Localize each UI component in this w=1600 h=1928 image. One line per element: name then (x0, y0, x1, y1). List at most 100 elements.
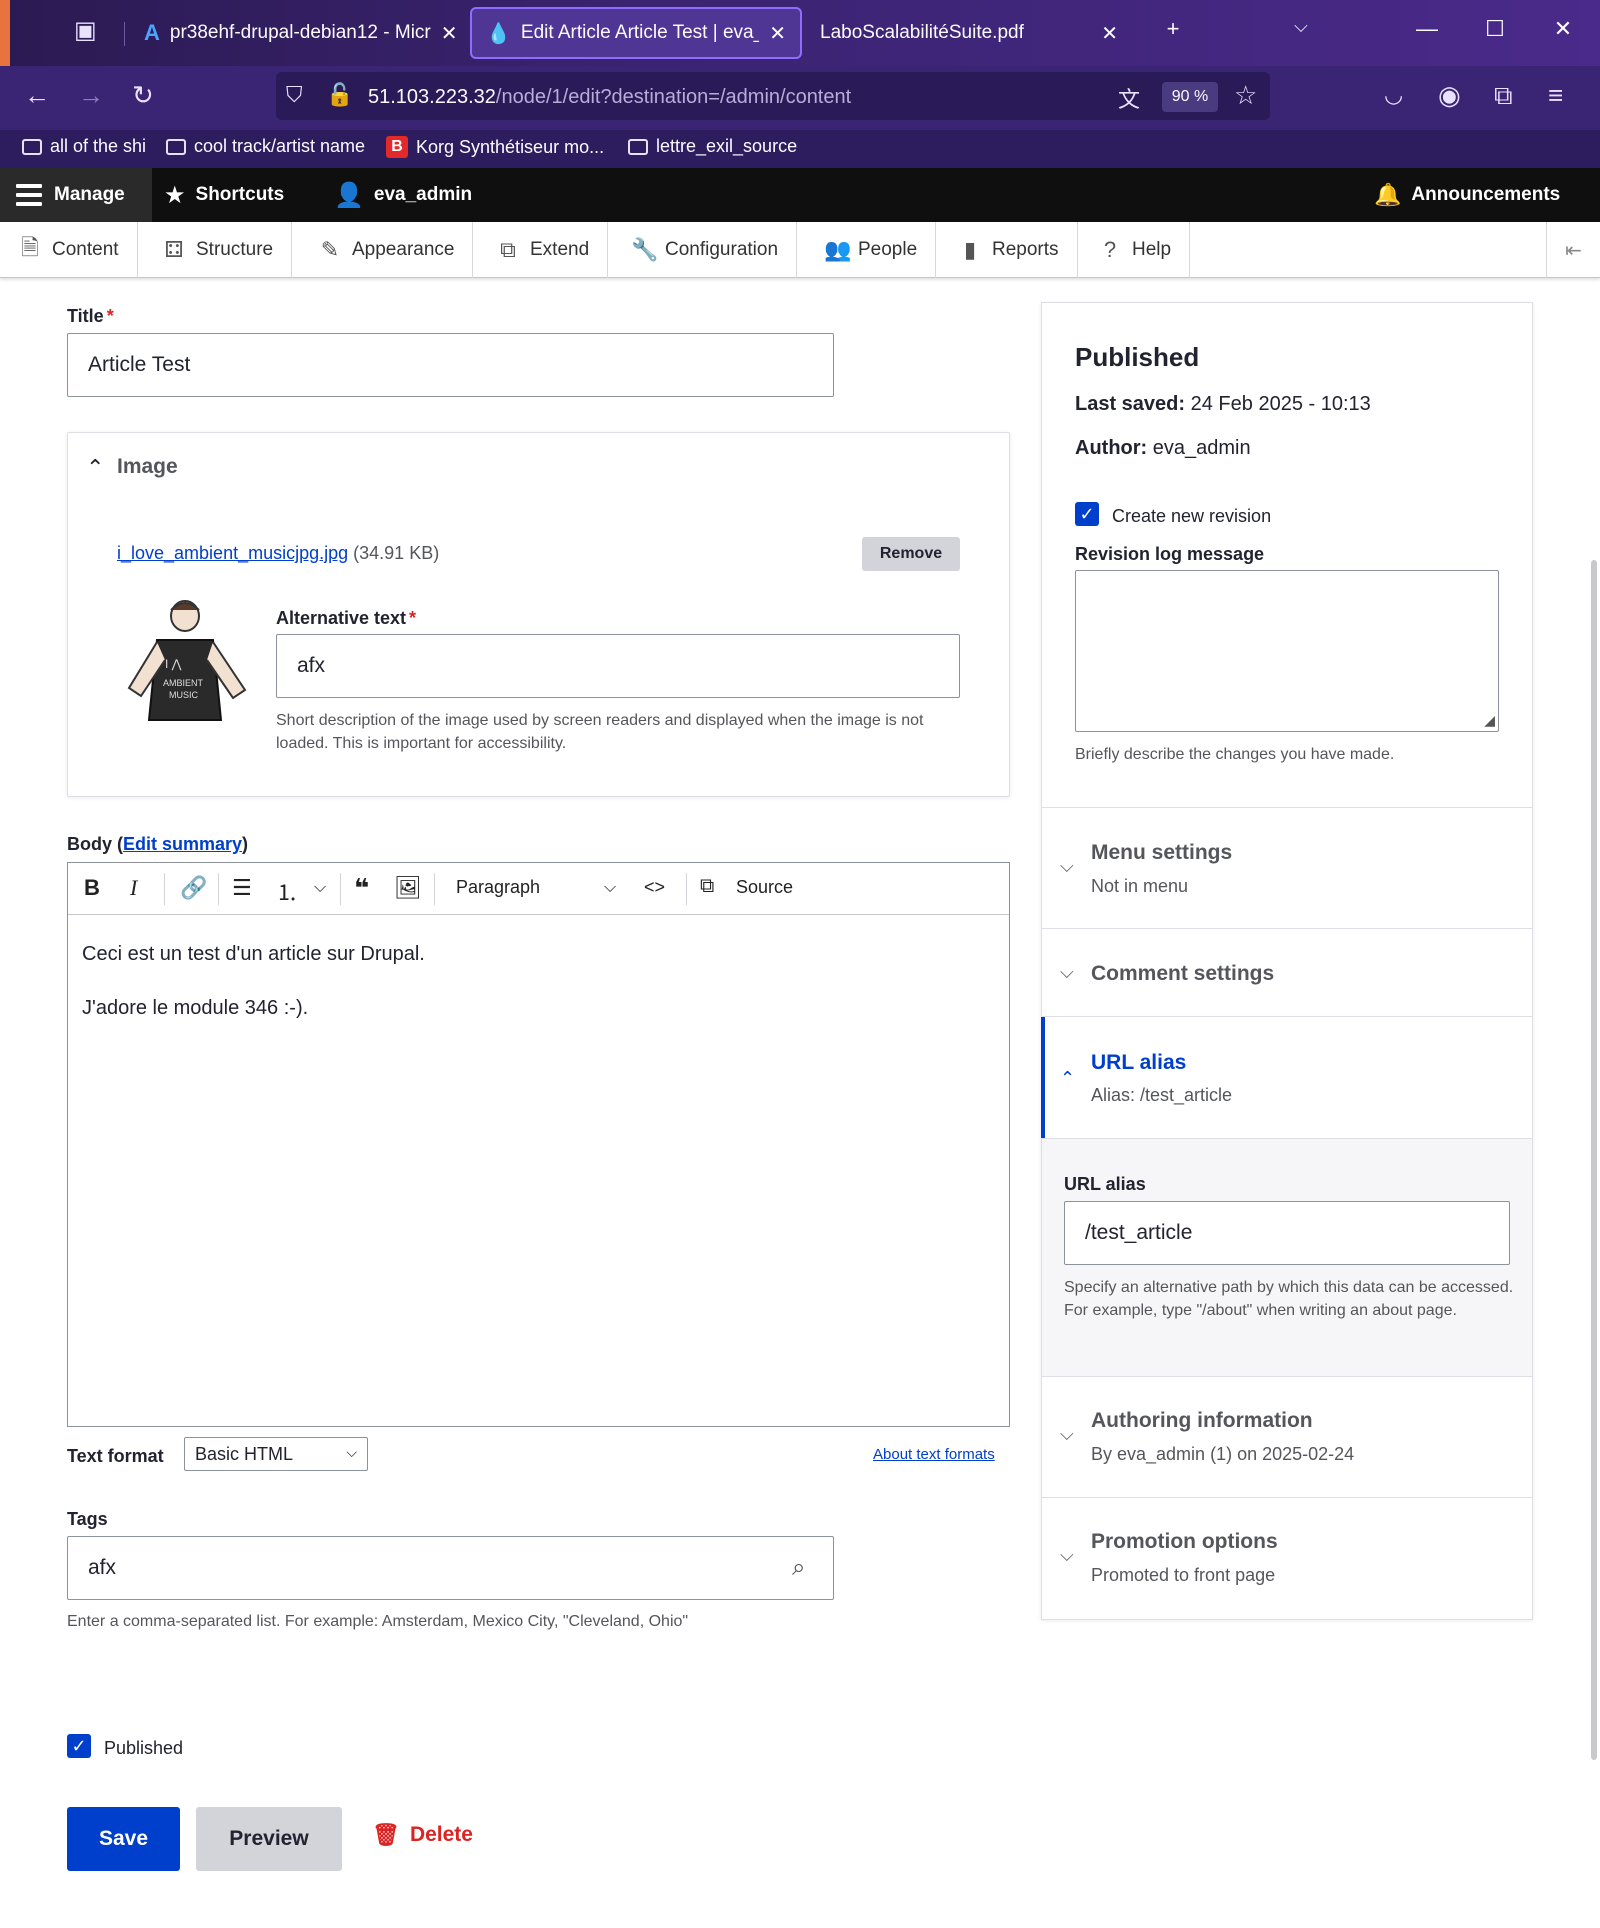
alt-text-input[interactable]: afx (276, 634, 960, 698)
chevron-up-icon[interactable]: ⌃ (86, 455, 104, 481)
structure-icon: ⚃ (164, 237, 184, 262)
url-alias-label: URL alias (1064, 1174, 1146, 1194)
source-button[interactable]: Source (736, 877, 793, 898)
tray-configuration[interactable]: 🔧 Configuration (613, 222, 798, 278)
image-file-link[interactable]: i_love_ambient_musicjpg.jpg (117, 543, 348, 563)
announcements-button[interactable]: 🔔 Announcements (1374, 168, 1560, 222)
chevron-down-icon[interactable]: ⌵ (604, 879, 616, 897)
body-paragraph[interactable]: J'adore le module 346 :-). (82, 997, 308, 1020)
image-file-size: (34.91 KB) (353, 543, 440, 563)
authoring-info-toggle[interactable]: Authoring information (1091, 1409, 1313, 1433)
numbered-list-dropdown-icon[interactable]: ⌵ (314, 879, 326, 897)
bookmark-star-icon[interactable]: ☆ (1234, 80, 1257, 111)
tab-overview-icon[interactable]: ▣ (74, 16, 97, 45)
maximize-icon[interactable]: ☐ (1472, 16, 1518, 42)
paragraph-format-dropdown[interactable]: Paragraph (456, 877, 540, 898)
body-label: Body (Edit summary) (67, 834, 249, 854)
chevron-down-icon[interactable]: ⌵ (1060, 962, 1074, 983)
new-tab-icon[interactable]: + (1150, 16, 1196, 42)
forward-icon[interactable]: → (78, 80, 104, 111)
image-file-info: i_love_ambient_musicjpg.jpg (34.91 KB) (117, 543, 439, 564)
page-scrollbar[interactable] (1591, 560, 1597, 1760)
close-tab-icon[interactable]: ✕ (441, 21, 458, 46)
folder-icon (628, 138, 648, 155)
close-window-icon[interactable]: ✕ (1540, 16, 1586, 42)
tray-help[interactable]: ? Help (1080, 222, 1191, 278)
italic-icon[interactable]: I (130, 875, 137, 901)
bold-icon[interactable]: B (84, 875, 100, 901)
url-text[interactable]: 51.103.223.32/node/1/edit?destination=/a… (368, 86, 851, 109)
resize-handle-icon[interactable]: ◢ (1484, 712, 1495, 729)
bookmark-link[interactable]: B Korg Synthétiseur mo... (386, 136, 604, 158)
back-icon[interactable]: ← (24, 80, 50, 111)
tab-azure[interactable]: A pr38ehf-drupal-debian12 - Micr ✕ (130, 7, 460, 59)
close-tab-icon[interactable]: ✕ (769, 21, 786, 46)
extensions-icon[interactable]: ⧉ (1494, 80, 1513, 112)
chevron-down-icon[interactable]: ⌵ (1060, 1545, 1074, 1566)
source-icon[interactable]: ⧉ (700, 875, 714, 898)
chevron-up-icon[interactable]: ⌃ (1060, 1068, 1075, 1089)
tray-structure[interactable]: ⚃ Structure (144, 222, 293, 278)
url-alias-toggle[interactable]: URL alias (1091, 1051, 1186, 1075)
minimize-icon[interactable]: — (1404, 16, 1450, 42)
url-alias-input[interactable]: /test_article (1064, 1201, 1510, 1265)
tray-reports[interactable]: ▮ Reports (940, 222, 1078, 278)
blockquote-icon[interactable]: ❝ (354, 873, 369, 904)
translate-icon[interactable]: 文 (1118, 82, 1140, 114)
body-editor[interactable]: B I 🔗 ☰ ⒈ ⌵ ❝ 🖼 Paragraph ⌵ <> ⧉ Source … (67, 862, 1010, 1427)
user-button[interactable]: 👤 eva_admin (334, 168, 472, 222)
drupal-icon: 💧 (486, 22, 511, 45)
svg-text:MUSIC: MUSIC (169, 690, 199, 700)
chevron-down-icon[interactable]: ⌵ (1060, 1424, 1074, 1445)
revision-log-description: Briefly describe the changes you have ma… (1075, 746, 1395, 763)
create-revision-checkbox[interactable]: ✓ (1075, 502, 1099, 526)
body-paragraph[interactable]: Ceci est un test d'un article sur Drupal… (82, 943, 425, 966)
tags-input[interactable]: afx (67, 1536, 834, 1600)
bookmark-folder[interactable]: lettre_exil_source (628, 136, 797, 157)
menu-icon[interactable]: ≡ (1548, 80, 1563, 111)
image-legend[interactable]: Image (117, 455, 178, 479)
zoom-level[interactable]: 90 % (1162, 82, 1218, 112)
tray-appearance[interactable]: ✎ Appearance (300, 222, 474, 278)
promotion-options-toggle[interactable]: Promotion options (1091, 1530, 1278, 1554)
text-format-select[interactable]: Basic HTML ⌵ (184, 1437, 368, 1471)
reload-icon[interactable]: ↻ (132, 80, 154, 111)
pocket-icon[interactable]: ◡ (1384, 82, 1403, 108)
folder-icon (22, 138, 42, 155)
close-tab-icon[interactable]: ✕ (1101, 21, 1118, 46)
bookmark-folder[interactable]: all of the shi (22, 136, 146, 157)
shield-icon[interactable]: ⛉ (286, 82, 303, 108)
preview-button[interactable]: Preview (196, 1807, 342, 1871)
chevron-down-icon[interactable]: ⌵ (1060, 856, 1074, 877)
title-input[interactable]: Article Test (67, 333, 834, 397)
published-checkbox[interactable]: ✓ (67, 1734, 91, 1758)
save-button[interactable]: Save (67, 1807, 180, 1871)
shortcuts-button[interactable]: ★ Shortcuts (164, 168, 284, 222)
published-label: Published (104, 1738, 184, 1758)
delete-button[interactable]: 🗑 Delete (372, 1822, 473, 1848)
bookmark-folder[interactable]: cool track/artist name (166, 136, 365, 157)
revision-log-textarea[interactable]: ◢ (1075, 570, 1499, 732)
bulleted-list-icon[interactable]: ☰ (232, 875, 252, 901)
tab-pdf[interactable]: LaboScalabilitéSuite.pdf ✕ (806, 7, 1132, 59)
remove-button[interactable]: Remove (862, 537, 960, 571)
numbered-list-icon[interactable]: ⒈ (276, 875, 298, 907)
tray-content[interactable]: 🗎 Content (0, 222, 138, 278)
account-icon[interactable]: ◉ (1438, 80, 1461, 111)
lock-warning-icon[interactable]: 🔓 (326, 82, 353, 108)
menu-settings-toggle[interactable]: Menu settings (1091, 841, 1232, 865)
tray-extend[interactable]: ⧉ Extend (478, 222, 609, 278)
edit-summary-link[interactable]: Edit summary (123, 834, 242, 854)
list-tabs-icon[interactable]: ⌵ (1278, 16, 1324, 37)
comment-settings-toggle[interactable]: Comment settings (1091, 962, 1274, 986)
status-heading: Published (1075, 342, 1200, 372)
manage-button[interactable]: Manage (0, 168, 152, 222)
about-text-formats-link[interactable]: About text formats (873, 1446, 995, 1463)
tab-edit-article[interactable]: 💧 Edit Article Article Test | eva_site ✕ (470, 7, 802, 59)
collapse-tray-icon[interactable]: ⇤ (1546, 222, 1600, 278)
trash-icon: 🗑 (372, 1822, 400, 1847)
code-icon[interactable]: <> (644, 877, 665, 898)
link-icon[interactable]: 🔗 (180, 875, 207, 901)
tray-people[interactable]: 👥 People (806, 222, 937, 278)
insert-image-icon[interactable]: 🖼 (394, 875, 422, 901)
